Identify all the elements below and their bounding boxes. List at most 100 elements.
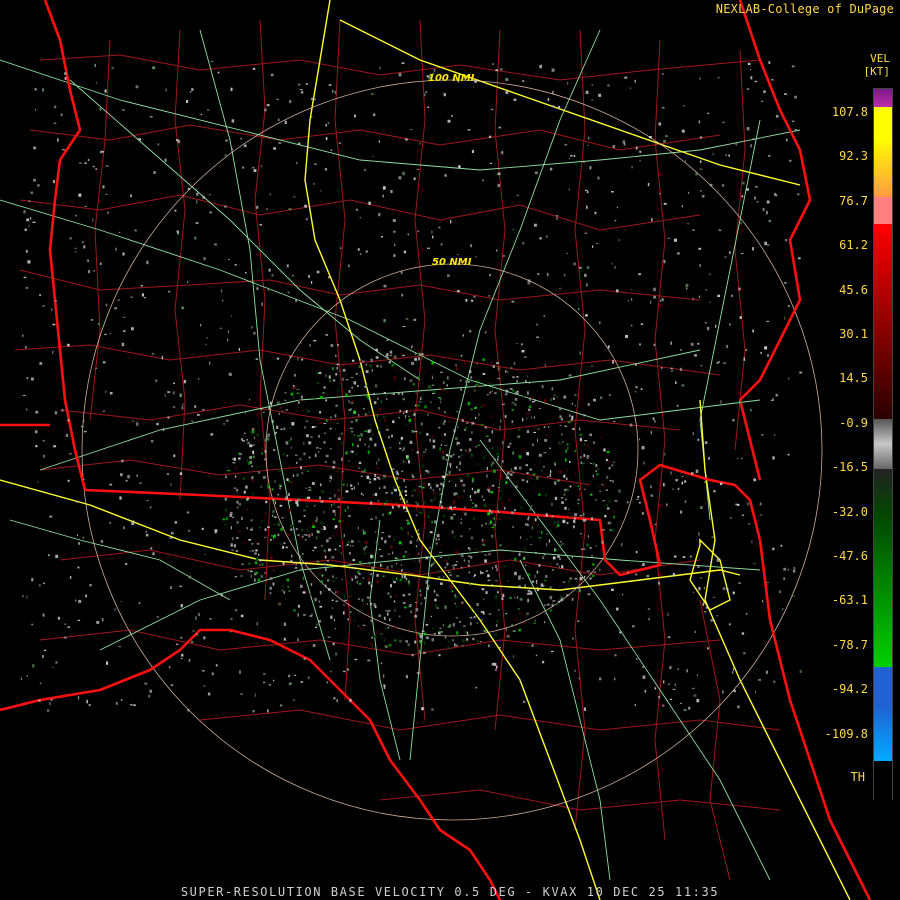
radar-echo [83, 478, 85, 480]
radar-echo [474, 389, 476, 392]
radar-echo [531, 505, 533, 507]
radar-echo [435, 484, 439, 488]
radar-echo [569, 515, 572, 518]
radar-echo [269, 586, 272, 590]
radar-echo [407, 233, 409, 236]
radar-echo [418, 552, 420, 555]
radar-echo [544, 604, 546, 607]
radar-echo [468, 370, 472, 374]
radar-echo [480, 572, 484, 574]
radar-echo [401, 293, 403, 297]
radar-echo [659, 300, 661, 302]
radar-echo [399, 439, 402, 442]
radar-echo [314, 453, 317, 458]
radar-echo [399, 639, 402, 643]
radar-echo [761, 100, 764, 102]
radar-echo [383, 485, 386, 489]
radar-echo [692, 229, 695, 231]
radar-echo [418, 649, 422, 654]
radar-echo [704, 481, 706, 483]
radar-echo [395, 563, 398, 565]
radar-echo [257, 471, 261, 474]
product-code: VEL [870, 52, 890, 65]
radar-echo [512, 655, 514, 658]
radar-echo [454, 492, 458, 496]
radar-echo [531, 580, 535, 583]
radar-echo [441, 388, 444, 391]
radar-echo [306, 528, 309, 532]
radar-echo [692, 297, 694, 301]
radar-echo [313, 182, 315, 185]
radar-echo [282, 562, 285, 565]
radar-echo [665, 135, 668, 138]
radar-echo [370, 573, 372, 575]
radar-echo [408, 593, 411, 596]
radar-echo [559, 544, 562, 546]
radar-echo [579, 427, 581, 431]
radar-echo [759, 502, 762, 506]
radar-echo [709, 183, 713, 187]
radar-echo [511, 623, 513, 627]
radar-echo [462, 639, 465, 642]
radar-echo [490, 463, 493, 467]
radar-echo [156, 422, 159, 426]
radar-echo [482, 611, 485, 615]
radar-echo [414, 615, 418, 618]
radar-echo [227, 470, 231, 472]
radar-echo [92, 165, 95, 168]
radar-echo [762, 600, 764, 603]
radar-echo [575, 422, 578, 424]
radar-echo [764, 241, 767, 246]
radar-echo [444, 605, 447, 609]
radar-echo [368, 410, 371, 414]
radar-echo [383, 638, 386, 642]
radar-echo [699, 77, 701, 80]
radar-echo [546, 543, 548, 547]
radar-echo [564, 273, 566, 277]
radar-echo [288, 508, 291, 512]
radar-echo [122, 109, 125, 111]
radar-echo [323, 511, 325, 514]
radar-echo [220, 289, 223, 293]
radar-echo [343, 611, 345, 615]
radar-echo [401, 392, 404, 396]
radar-echo [386, 425, 388, 428]
radar-echo [22, 334, 24, 337]
radar-echo [282, 545, 284, 549]
radar-echo [475, 406, 477, 409]
radar-echo [288, 493, 290, 497]
radar-echo [539, 397, 541, 400]
radar-echo [416, 404, 420, 407]
radar-echo [503, 506, 506, 510]
radar-echo [477, 489, 480, 493]
radar-echo [430, 615, 432, 617]
radar-echo [301, 395, 303, 399]
radar-echo [471, 479, 474, 483]
radar-echo [692, 687, 695, 689]
radar-echo [586, 543, 589, 547]
radar-echo [115, 247, 117, 251]
radar-echo [370, 518, 373, 520]
radar-echo [322, 574, 324, 577]
radar-echo [574, 394, 577, 396]
radar-echo [499, 646, 501, 649]
radar-echo [331, 599, 334, 601]
radar-echo [149, 689, 153, 693]
radar-echo [586, 455, 590, 457]
radar-echo [278, 118, 280, 121]
radar-echo [207, 692, 211, 696]
radar-echo [262, 411, 265, 413]
radar-echo [196, 188, 198, 190]
radar-echo [699, 160, 702, 163]
radar-echo [314, 98, 316, 100]
radar-echo [518, 576, 521, 580]
radar-echo [406, 456, 409, 460]
radar-echo [469, 438, 472, 441]
radar-echo [552, 397, 555, 400]
radar-echo [499, 68, 503, 71]
radar-echo [761, 434, 764, 436]
radar-echo [256, 622, 258, 626]
radar-echo [362, 494, 364, 496]
radar-echo [146, 533, 149, 537]
radar-echo [461, 645, 464, 647]
